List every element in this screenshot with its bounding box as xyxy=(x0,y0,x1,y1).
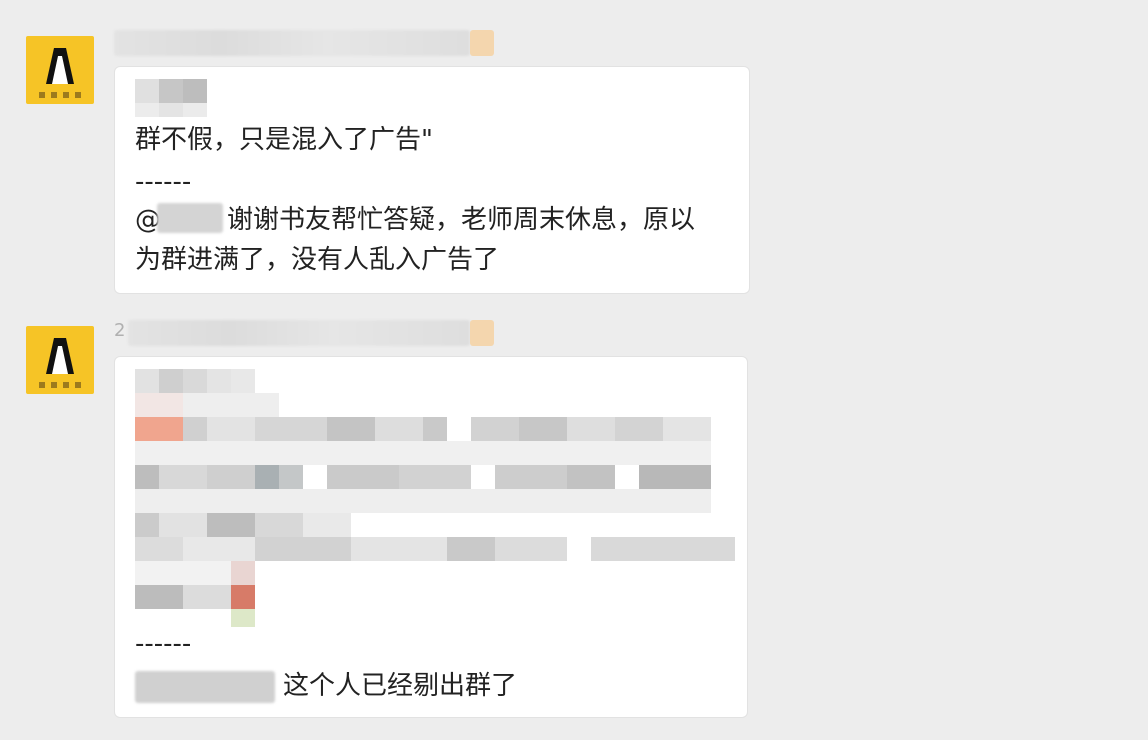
separator-text: ------ xyxy=(135,167,192,197)
app-logo-icon xyxy=(46,338,74,374)
message-bubble[interactable]: ------ 这个人已经剔出群了 xyxy=(114,356,748,718)
sender-name-redacted xyxy=(128,320,470,346)
sender-badge-redacted xyxy=(470,320,494,346)
sender-name-redacted xyxy=(114,30,470,56)
logo-caption xyxy=(26,92,94,98)
logo-caption xyxy=(26,382,94,388)
mention-name-redacted xyxy=(135,671,275,703)
app-logo-icon xyxy=(46,48,74,84)
reply-text-line-1: 谢谢书友帮忙答疑，老师周末休息，原以 xyxy=(227,205,696,235)
sender-badge-redacted xyxy=(470,30,494,56)
reply-text: 这个人已经剔出群了 xyxy=(283,671,518,701)
sender-name-prefix: 2 xyxy=(114,320,126,341)
reply-text-line-2: 为群进满了，没有人乱入广告了 xyxy=(135,245,500,275)
message-bubble[interactable]: 群不假，只是混入了广告" ------ @ 谢谢书友帮忙答疑，老师周末休息，原以… xyxy=(114,66,750,294)
sender-avatar[interactable] xyxy=(26,36,94,104)
sender-avatar[interactable] xyxy=(26,326,94,394)
quoted-text: 群不假，只是混入了广告" xyxy=(135,125,433,155)
separator-text: ------ xyxy=(135,629,192,659)
mention-name-redacted xyxy=(157,203,223,233)
